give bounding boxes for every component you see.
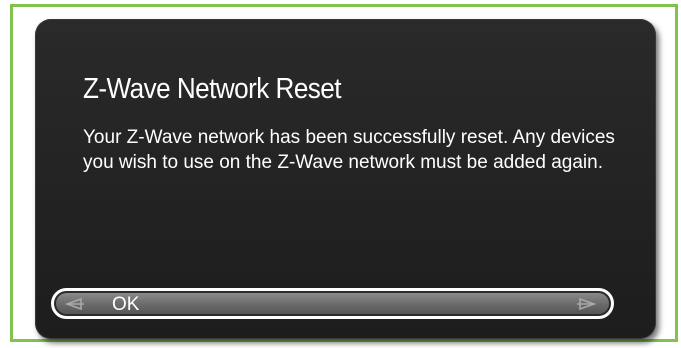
dialog-title: Z-Wave Network Reset bbox=[83, 73, 342, 105]
ok-button[interactable]: OK bbox=[51, 288, 614, 319]
dialog-message: Your Z-Wave network has been successfull… bbox=[83, 127, 615, 173]
ok-button-label: OK bbox=[112, 294, 140, 315]
arrow-right-icon[interactable] bbox=[577, 297, 597, 311]
reset-dialog: Z-Wave Network Reset Your Z-Wave network… bbox=[35, 19, 656, 339]
screen-frame: Z-Wave Network Reset Your Z-Wave network… bbox=[10, 4, 678, 342]
arrow-left-icon[interactable] bbox=[64, 297, 84, 311]
